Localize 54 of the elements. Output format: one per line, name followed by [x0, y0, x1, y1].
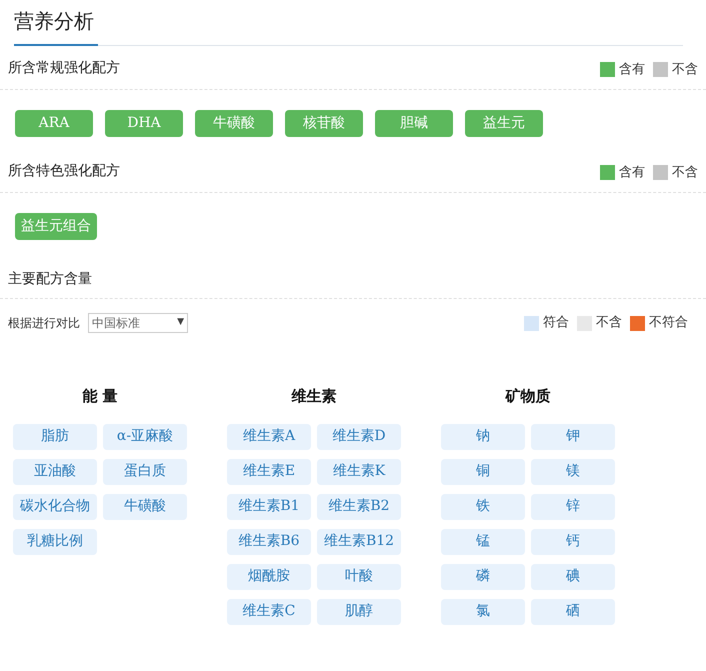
legend-label: 含有	[619, 164, 645, 182]
section-heading: 所含特色强化配方	[8, 162, 120, 181]
nutrient-tag[interactable]: 磷	[441, 564, 525, 590]
page-title: 营养分析	[14, 6, 98, 46]
nutrient-tag[interactable]: 维生素D	[317, 424, 401, 450]
nutrient-tag[interactable]: α-亚麻酸	[103, 424, 187, 450]
section-heading: 所含常规强化配方	[8, 59, 120, 78]
nutrient-tag[interactable]: 锰	[441, 528, 525, 554]
nutrient-tag[interactable]: 蛋白质	[103, 458, 187, 484]
nutrient-tag[interactable]: 碘	[531, 564, 615, 590]
nutrient-tag[interactable]: 肌醇	[317, 598, 401, 624]
formula-tag: 核苷酸	[285, 110, 363, 137]
legend-label: 符合	[543, 314, 569, 332]
legend-label: 不符合	[649, 314, 688, 332]
legend-label: 含有	[619, 60, 645, 78]
nutrient-tag[interactable]: 叶酸	[317, 564, 401, 590]
formula-tag: 胆碱	[375, 110, 453, 137]
nutrient-tag[interactable]: 维生素C	[227, 598, 311, 624]
compare-label: 根据进行对比	[8, 315, 80, 332]
nutrient-tag[interactable]: 脂肪	[13, 424, 97, 450]
formula-tag: 益生元组合	[15, 213, 97, 240]
nutrient-tag[interactable]: 维生素B2	[317, 494, 401, 520]
group-title: 能 量	[82, 386, 118, 407]
nutrient-tag[interactable]: 维生素A	[227, 424, 311, 450]
nutrient-tag[interactable]: 铁	[441, 494, 525, 520]
legend-label: 不含	[672, 164, 698, 182]
nutrient-tag[interactable]: 钙	[531, 528, 615, 554]
nutrient-tag[interactable]: 镁	[531, 458, 615, 484]
legend-label: 不含	[596, 314, 622, 332]
formula-tag: DHA	[105, 110, 183, 137]
standard-select[interactable]: 中国标准 ▼	[88, 313, 188, 333]
formula-tag: 牛磺酸	[195, 110, 273, 137]
nutrient-tag[interactable]: 钾	[531, 424, 615, 450]
nutrient-tag[interactable]: 硒	[531, 598, 615, 624]
group-title: 矿物质	[506, 386, 550, 407]
nutrient-tag[interactable]: 维生素B1	[227, 494, 311, 520]
nutrient-tag[interactable]: 氯	[441, 598, 525, 624]
nutrient-tag[interactable]: 烟酰胺	[227, 564, 311, 590]
legend-label: 不含	[672, 60, 698, 78]
nutrient-tag[interactable]: 维生素B6	[227, 528, 311, 554]
nutrient-tag[interactable]: 亚油酸	[13, 458, 97, 484]
nutrient-tag[interactable]: 维生素K	[317, 458, 401, 484]
group-title: 维生素	[292, 386, 336, 407]
section-heading: 主要配方含量	[8, 271, 92, 287]
nutrient-tag[interactable]: 钠	[441, 424, 525, 450]
nutrient-tag[interactable]: 牛磺酸	[103, 494, 187, 520]
nutrient-tag[interactable]: 维生素E	[227, 458, 311, 484]
formula-tag: ARA	[15, 110, 93, 137]
nutrient-tag[interactable]: 锌	[531, 494, 615, 520]
formula-tag: 益生元	[465, 110, 543, 137]
nutrient-tag[interactable]: 碳水化合物	[13, 494, 97, 520]
nutrient-tag[interactable]: 维生素B12	[317, 528, 401, 554]
nutrient-tag[interactable]: 铜	[441, 458, 525, 484]
nutrient-tag[interactable]: 乳糖比例	[13, 528, 97, 554]
